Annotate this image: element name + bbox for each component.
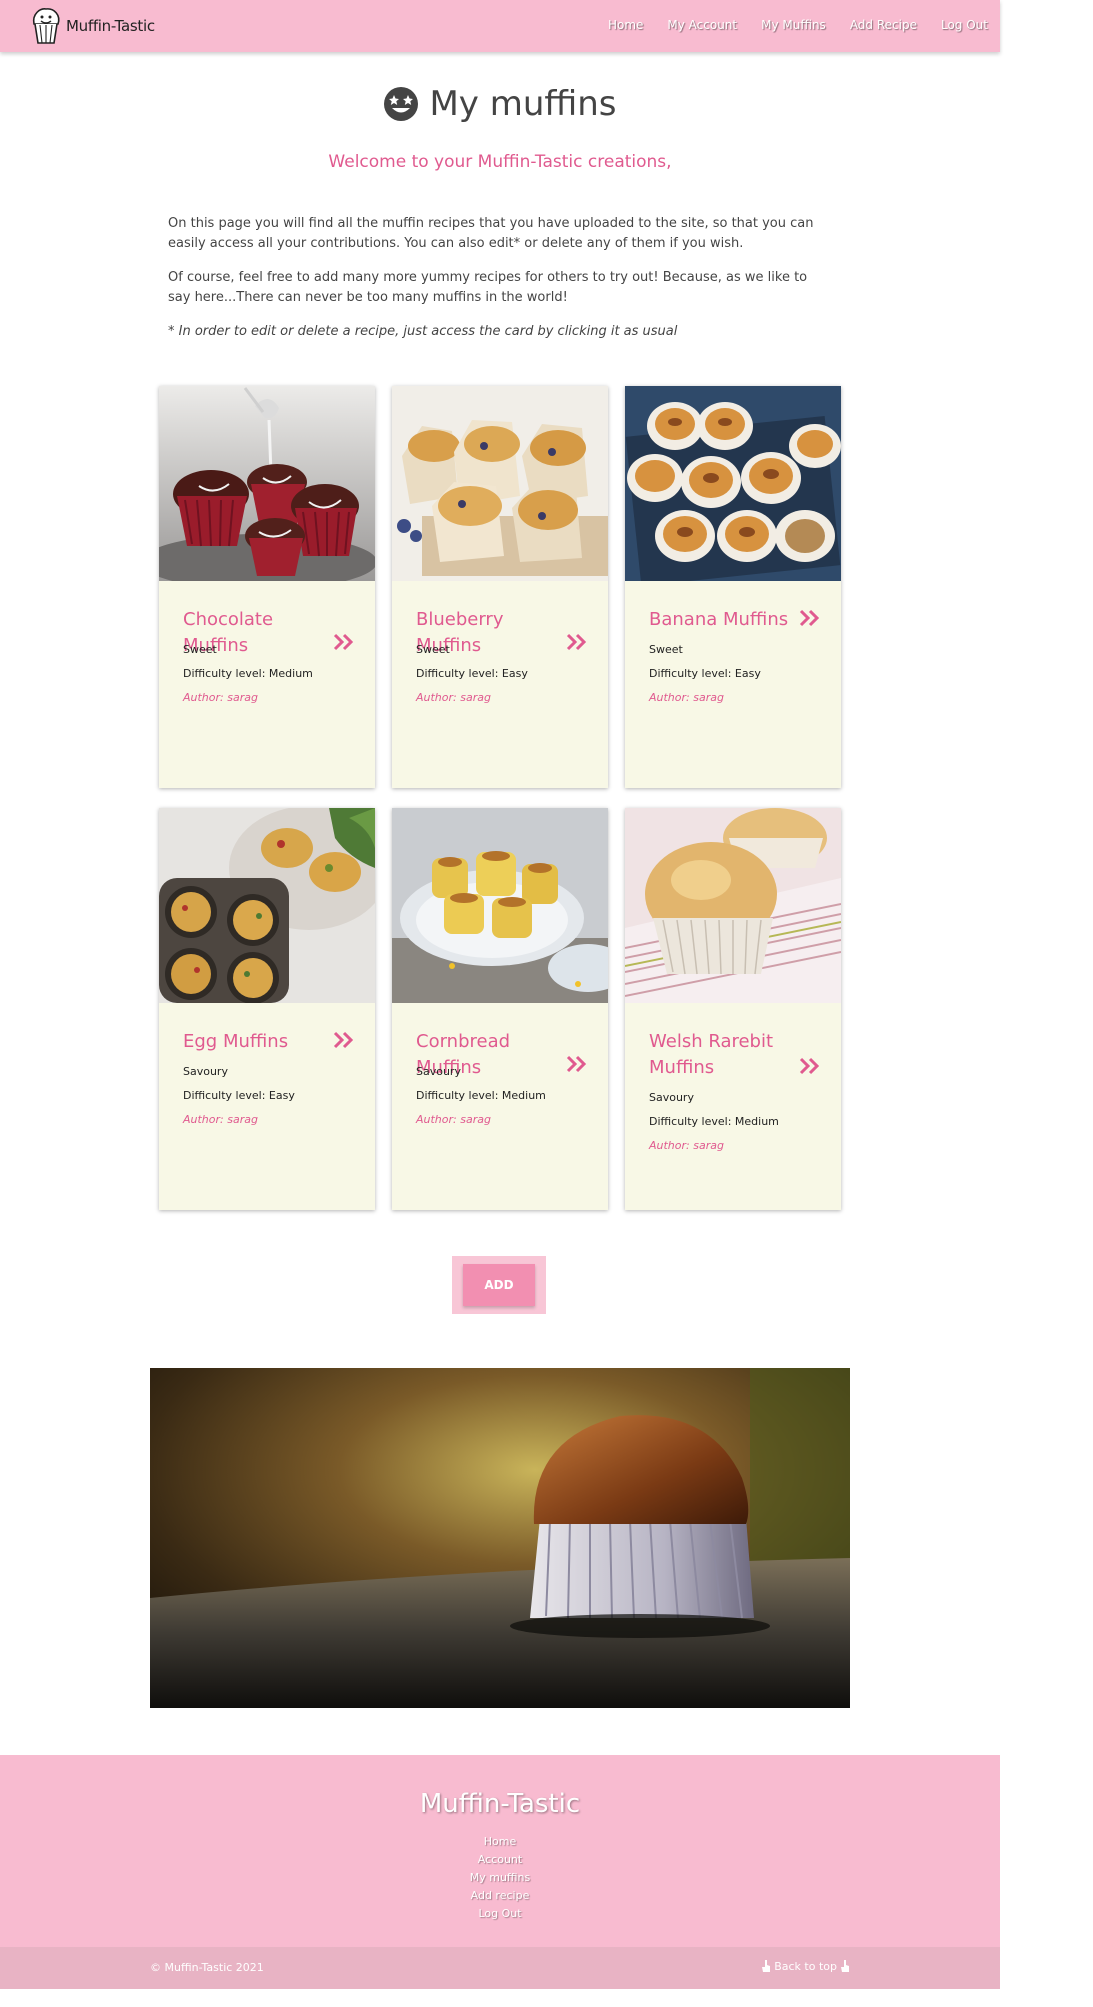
recipe-title: Egg Muffins xyxy=(183,1031,289,1052)
add-button-focus-ring: ADD xyxy=(452,1256,546,1314)
footer-link-log-out[interactable]: Log Out xyxy=(0,1905,1000,1923)
recipe-difficulty: Difficulty level: Easy xyxy=(183,1089,295,1102)
recipe-info: Sweet Difficulty level: Medium Author: s… xyxy=(183,638,363,710)
nav-link-add-recipe[interactable]: Add Recipe xyxy=(850,18,917,32)
recipe-title: Welsh Rarebit Muffins xyxy=(649,1031,774,1078)
intro-paragraph-1: On this page you will find all the muffi… xyxy=(168,216,814,251)
recipe-card-blueberry[interactable]: Blueberry Muffins Sweet Difficulty level… xyxy=(392,386,608,788)
recipe-info: Sweet Difficulty level: Easy Author: sar… xyxy=(416,638,596,710)
recipe-difficulty: Difficulty level: Medium xyxy=(649,1115,779,1128)
recipe-info: Savoury Difficulty level: Medium Author:… xyxy=(649,1086,829,1158)
double-chevron-right-icon[interactable] xyxy=(799,1057,821,1075)
recipe-difficulty: Difficulty level: Medium xyxy=(416,1089,546,1102)
subfooter: © Muffin-Tastic 2021 Back to top xyxy=(0,1947,1000,1989)
back-to-top-link[interactable]: Back to top xyxy=(761,1960,850,1973)
copyright: © Muffin-Tastic 2021 xyxy=(150,1961,264,1974)
add-recipe-button[interactable]: ADD xyxy=(463,1264,535,1306)
pointing-hand-icon xyxy=(762,1960,771,1972)
pointing-hand-icon xyxy=(841,1960,849,1972)
recipe-card-banana[interactable]: Banana Muffins Sweet Difficulty level: E… xyxy=(625,386,841,788)
page: Muffin-Tastic Home My Account My Muffins… xyxy=(0,0,1000,2007)
edit-note: * In order to edit or delete a recipe, j… xyxy=(168,324,678,339)
recipe-image-welsh-rarebit xyxy=(625,808,841,1003)
footer-link-add-recipe[interactable]: Add recipe xyxy=(0,1887,1000,1905)
page-title: My muffins xyxy=(383,84,617,124)
recipe-image-chocolate xyxy=(159,386,375,581)
recipe-category: Savoury xyxy=(416,1065,461,1078)
recipe-category: Sweet xyxy=(649,643,683,656)
brand-name: Muffin-Tastic xyxy=(66,17,155,35)
recipe-author: Author: sarag xyxy=(649,691,724,704)
footer-link-home[interactable]: Home xyxy=(0,1833,1000,1851)
footer-link-my-muffins[interactable]: My muffins xyxy=(0,1869,1000,1887)
double-chevron-right-icon[interactable] xyxy=(799,609,821,627)
recipe-info: Sweet Difficulty level: Easy Author: sar… xyxy=(649,638,829,710)
title-wrapper: My muffins xyxy=(0,84,1000,126)
nav-link-my-muffins[interactable]: My Muffins xyxy=(761,18,826,32)
footer: Muffin-Tastic Home Account My muffins Ad… xyxy=(0,1755,1000,1949)
recipe-category: Sweet xyxy=(183,643,217,656)
recipe-author: Author: sarag xyxy=(416,691,491,704)
recipe-card-egg[interactable]: Egg Muffins Savoury Difficulty level: Ea… xyxy=(159,808,375,1210)
nav-links: Home My Account My Muffins Add Recipe Lo… xyxy=(608,18,988,32)
nav-link-home[interactable]: Home xyxy=(608,18,643,32)
recipe-card-welsh-rarebit[interactable]: Welsh Rarebit Muffins Savoury Difficulty… xyxy=(625,808,841,1210)
brand-link[interactable]: Muffin-Tastic xyxy=(30,6,155,46)
footer-link-account[interactable]: Account xyxy=(0,1851,1000,1869)
recipe-author: Author: sarag xyxy=(183,1113,258,1126)
recipe-difficulty: Difficulty level: Medium xyxy=(183,667,313,680)
recipe-difficulty: Difficulty level: Easy xyxy=(649,667,761,680)
navbar: Muffin-Tastic Home My Account My Muffins… xyxy=(0,0,1000,52)
muffin-logo-icon xyxy=(32,8,60,44)
footer-links: Home Account My muffins Add recipe Log O… xyxy=(0,1833,1000,1923)
recipe-image-banana xyxy=(625,386,841,581)
recipe-author: Author: sarag xyxy=(649,1139,724,1152)
footer-title: Muffin-Tastic xyxy=(419,1789,581,1819)
recipe-image-cornbread xyxy=(392,808,608,1003)
recipe-category: Sweet xyxy=(416,643,450,656)
back-to-top-label: Back to top xyxy=(774,1960,837,1973)
recipe-category: Savoury xyxy=(649,1091,694,1104)
page-title-text: My muffins xyxy=(429,84,617,124)
recipe-card-cornbread[interactable]: Cornbread Muffins Savoury Difficulty lev… xyxy=(392,808,608,1210)
nav-link-log-out[interactable]: Log Out xyxy=(941,18,988,32)
recipe-title: Banana Muffins xyxy=(649,609,789,630)
recipe-card-chocolate[interactable]: Chocolate Muffins Sweet Difficulty level… xyxy=(159,386,375,788)
star-struck-face-icon xyxy=(384,87,419,121)
welcome-heading: Welcome to your Muffin-Tastic creations, xyxy=(328,152,672,172)
intro-paragraph-2: Of course, feel free to add many more yu… xyxy=(168,270,808,305)
recipe-difficulty: Difficulty level: Easy xyxy=(416,667,528,680)
recipe-info: Savoury Difficulty level: Easy Author: s… xyxy=(183,1060,363,1132)
recipe-author: Author: sarag xyxy=(183,691,258,704)
recipe-author: Author: sarag xyxy=(416,1113,491,1126)
recipe-category: Savoury xyxy=(183,1065,228,1078)
double-chevron-right-icon[interactable] xyxy=(333,1031,355,1049)
recipe-image-egg xyxy=(159,808,375,1003)
recipe-info: Savoury Difficulty level: Medium Author:… xyxy=(416,1060,596,1132)
nav-link-my-account[interactable]: My Account xyxy=(667,18,737,32)
recipe-image-blueberry xyxy=(392,386,608,581)
intro-text: On this page you will find all the muffi… xyxy=(168,214,828,356)
hero-muffin-image xyxy=(150,1368,850,1708)
